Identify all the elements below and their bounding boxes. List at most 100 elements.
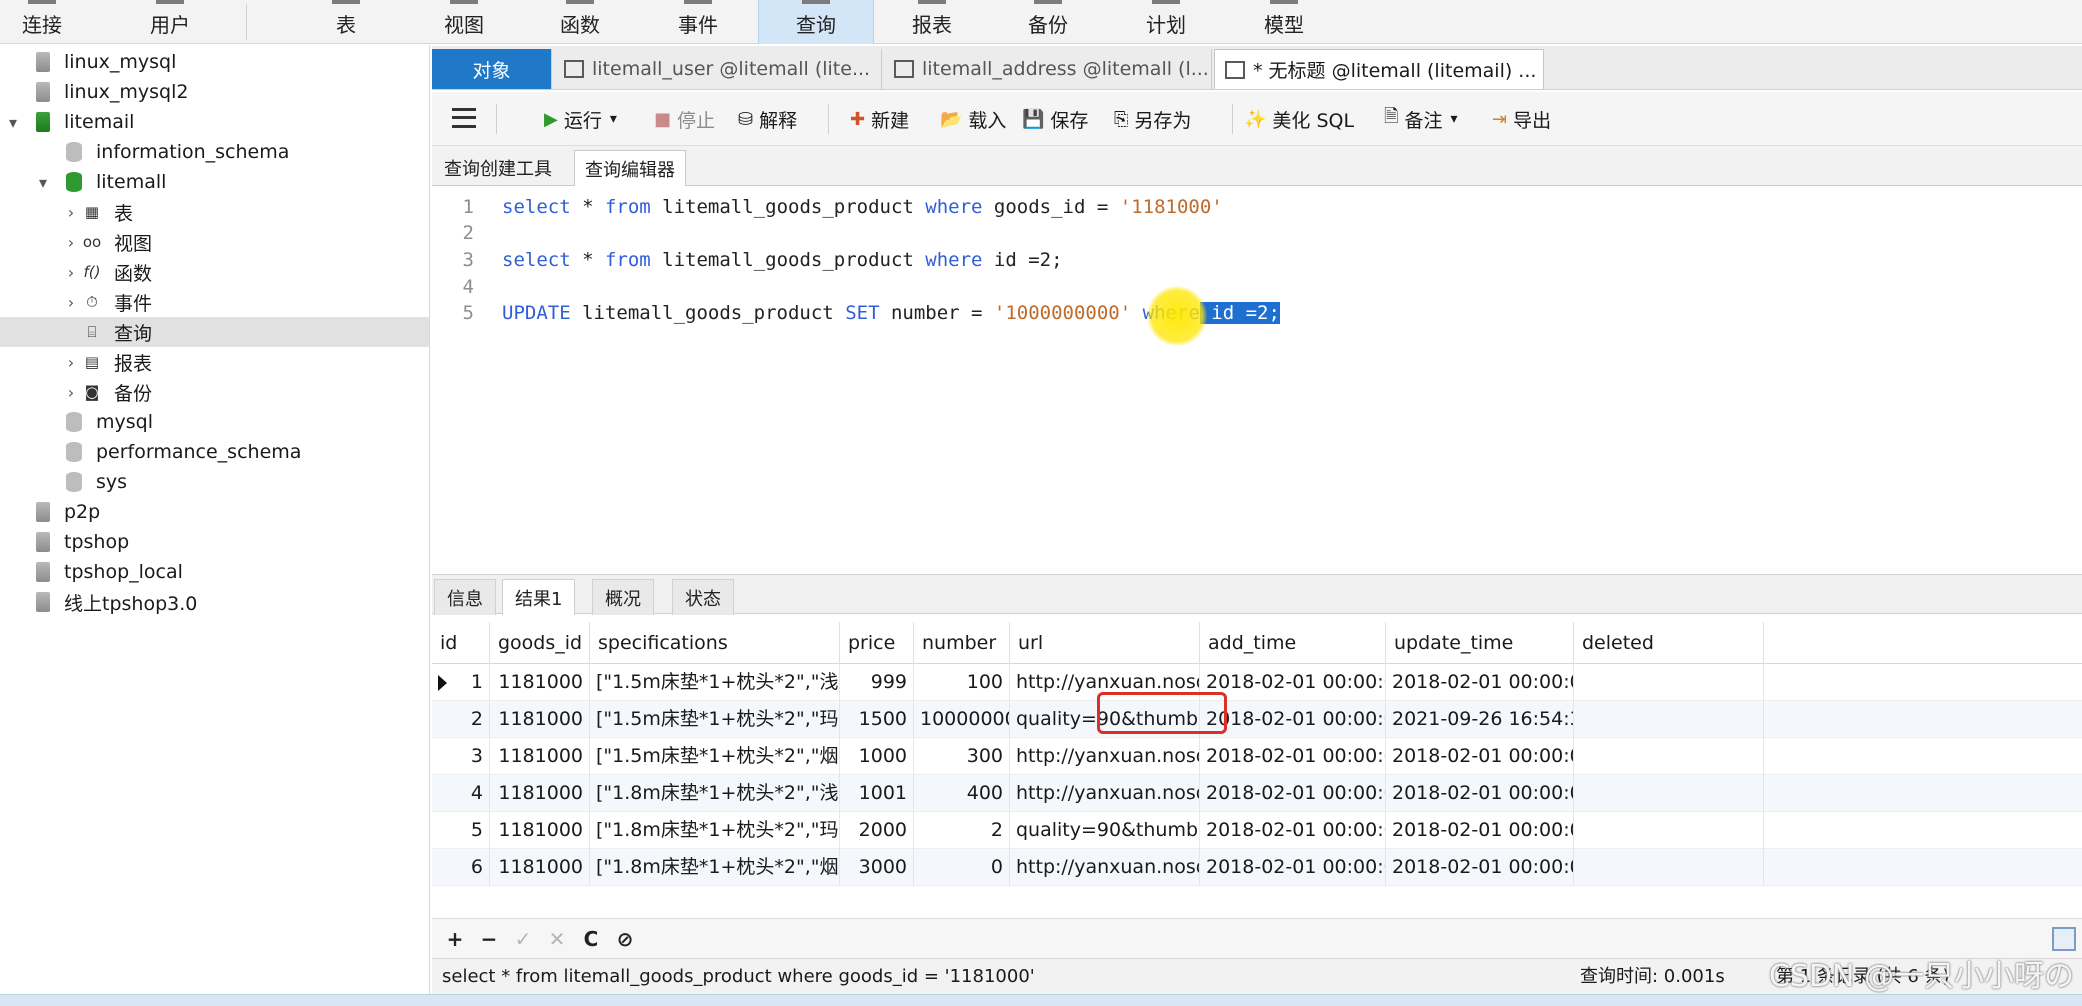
table-cell[interactable]: 3 [432, 738, 490, 775]
table-cell[interactable]: 999 [840, 664, 914, 701]
collapse-arrow-icon[interactable]: › [62, 383, 80, 402]
table-cell[interactable]: 2018-02-01 00:00:00 [1200, 738, 1386, 775]
table-cell[interactable]: ["1.5m床垫*1+枕头*2","玛瑙红"] [590, 701, 840, 738]
table-row[interactable]: 11181000["1.5m床垫*1+枕头*2","浅杏粉"]999100htt… [432, 664, 2082, 701]
table-cell[interactable] [1574, 701, 1764, 738]
table-cell[interactable]: 5 [432, 812, 490, 849]
column-header[interactable]: price [840, 622, 914, 664]
table-cell[interactable]: 1181000 [490, 701, 590, 738]
table-cell[interactable]: ["1.8m床垫*1+枕头*2","浅杏粉"] [590, 775, 840, 812]
collapse-arrow-icon[interactable]: › [62, 353, 80, 372]
tree-node-reports[interactable]: › ▤ 报表 [0, 347, 429, 377]
run-button[interactable]: ▶ 运行 ▾ [544, 92, 617, 146]
tree-node-queries[interactable]: ⌸ 查询 [0, 317, 429, 347]
table-cell[interactable]: 4 [432, 775, 490, 812]
table-cell[interactable]: 1000000000 [914, 701, 1010, 738]
collapse-arrow-icon[interactable]: › [62, 263, 80, 282]
sql-editor[interactable]: 1 select * from litemall_goods_product wh… [432, 186, 2082, 568]
collapse-arrow-icon[interactable]: › [62, 203, 80, 222]
expand-arrow-icon[interactable]: ▾ [4, 113, 22, 132]
tab-untitled-query[interactable]: * 无标题 @litemall (litemail) ... [1214, 49, 1544, 89]
grid-view-icon[interactable] [2052, 927, 2076, 951]
ribbon-user-button[interactable]: 用户 [138, 0, 202, 44]
table-cell[interactable]: 1000 [840, 738, 914, 775]
tab-query-builder[interactable]: 查询创建工具 [434, 150, 562, 186]
table-cell[interactable]: 2018-02-01 00:00:00 [1386, 812, 1574, 849]
discard-changes-button[interactable]: ✕ [544, 925, 570, 953]
table-cell[interactable]: http://yanxuan.nosdn.127. [1010, 775, 1200, 812]
tab-overview[interactable]: 概况 [592, 579, 654, 615]
new-query-button[interactable]: ✚ 新建 [850, 92, 909, 146]
tab-objects[interactable]: 对象 [432, 49, 552, 89]
dropdown-arrow-icon[interactable]: ▾ [1451, 111, 1458, 127]
editor-line[interactable]: 1 select * from litemall_goods_product wh… [432, 194, 2082, 221]
tree-node-events[interactable]: › ⏱ 事件 [0, 287, 429, 317]
stop-query-button[interactable]: ⊘ [612, 925, 638, 953]
table-cell[interactable]: 1181000 [490, 812, 590, 849]
table-cell[interactable] [1574, 812, 1764, 849]
table-cell[interactable]: 1181000 [490, 738, 590, 775]
table-cell[interactable]: ["1.8m床垫*1+枕头*2","烟白灰"] [590, 849, 840, 886]
dropdown-arrow-icon[interactable]: ▾ [610, 111, 617, 127]
expand-arrow-icon[interactable]: ▾ [34, 173, 52, 192]
table-cell[interactable]: ["1.5m床垫*1+枕头*2","烟白灰"] [590, 738, 840, 775]
table-cell[interactable]: 1 [432, 664, 490, 701]
table-cell[interactable]: 6 [432, 849, 490, 886]
tab-status[interactable]: 状态 [672, 579, 734, 615]
delete-record-button[interactable]: − [476, 925, 502, 953]
table-cell[interactable]: 2 [914, 812, 1010, 849]
table-cell[interactable]: 2018-02-01 00:00:00 [1200, 812, 1386, 849]
collapse-arrow-icon[interactable]: › [62, 233, 80, 252]
table-cell[interactable]: 2018-02-01 00:00:00 [1386, 775, 1574, 812]
table-cell[interactable]: 1181000 [490, 849, 590, 886]
table-cell[interactable]: 1181000 [490, 664, 590, 701]
tree-connection-tpshop-local[interactable]: tpshop_local [0, 557, 429, 587]
collapse-arrow-icon[interactable]: › [62, 293, 80, 312]
ribbon-event-button[interactable]: 事件 [666, 0, 730, 44]
tree-db-performance-schema[interactable]: performance_schema [0, 437, 429, 467]
table-cell[interactable]: 2018-02-01 00:00:00 [1200, 664, 1386, 701]
ribbon-view-button[interactable]: 视图 [432, 0, 496, 44]
tree-connection-p2p[interactable]: p2p [0, 497, 429, 527]
tree-node-backups[interactable]: › ◙ 备份 [0, 377, 429, 407]
tab-litemall-address[interactable]: litemall_address @litemall (l... [884, 49, 1212, 89]
table-cell[interactable]: 300 [914, 738, 1010, 775]
column-header[interactable]: number [914, 622, 1010, 664]
table-cell[interactable]: 1181000 [490, 775, 590, 812]
tree-db-information-schema[interactable]: information_schema [0, 137, 429, 167]
column-header[interactable]: specifications [590, 622, 840, 664]
table-cell[interactable]: http://yanxuan.nosdn.127. [1010, 738, 1200, 775]
tab-litemall-user[interactable]: litemall_user @litemall (lite... [554, 49, 882, 89]
ribbon-report-button[interactable]: 报表 [900, 0, 964, 44]
tree-db-mysql[interactable]: mysql [0, 407, 429, 437]
tree-connection-linux-mysql2[interactable]: linux_mysql2 [0, 77, 429, 107]
column-header[interactable]: update_time [1386, 622, 1574, 664]
table-cell[interactable]: 2018-02-01 00:00:00 [1386, 738, 1574, 775]
table-cell[interactable] [1574, 775, 1764, 812]
editor-line[interactable]: 2 [432, 220, 2082, 247]
tree-node-views[interactable]: › oo 视图 [0, 227, 429, 257]
result-grid[interactable]: id goods_id specifications price number url ad… [432, 622, 2082, 922]
table-cell[interactable] [1574, 738, 1764, 775]
table-cell[interactable]: 400 [914, 775, 1010, 812]
comment-button[interactable]: 🗎 备注 ▾ [1384, 92, 1458, 146]
table-cell[interactable]: 3000 [840, 849, 914, 886]
table-cell[interactable]: 1500 [840, 701, 914, 738]
table-row[interactable]: 61181000["1.8m床垫*1+枕头*2","烟白灰"]30000http… [432, 849, 2082, 886]
table-cell[interactable]: 2018-02-01 00:00:00 [1200, 775, 1386, 812]
column-header[interactable]: deleted [1574, 622, 1764, 664]
table-cell[interactable]: 2018-02-01 00:00:00 [1200, 849, 1386, 886]
menu-icon[interactable] [452, 108, 476, 128]
table-cell[interactable] [1574, 849, 1764, 886]
table-row[interactable]: 41181000["1.8m床垫*1+枕头*2","浅杏粉"]1001400ht… [432, 775, 2082, 812]
editor-line[interactable]: 3 select * from litemall_goods_product wh… [432, 247, 2082, 274]
ribbon-function-button[interactable]: 函数 [548, 0, 612, 44]
save-as-button[interactable]: ⎘ 另存为 [1114, 92, 1191, 146]
apply-changes-button[interactable]: ✓ [510, 925, 536, 953]
tree-connection-online-tpshop[interactable]: 线上tpshop3.0 [0, 587, 429, 617]
table-cell[interactable]: 2021-09-26 16:54:33 [1386, 701, 1574, 738]
refresh-button[interactable]: C [578, 925, 604, 953]
table-row[interactable]: 31181000["1.5m床垫*1+枕头*2","烟白灰"]1000300ht… [432, 738, 2082, 775]
editor-line[interactable]: 5 UPDATE litemall_goods_product SET numbe… [432, 300, 2082, 327]
tree-connection-litemail[interactable]: ▾ litemail [0, 107, 429, 137]
